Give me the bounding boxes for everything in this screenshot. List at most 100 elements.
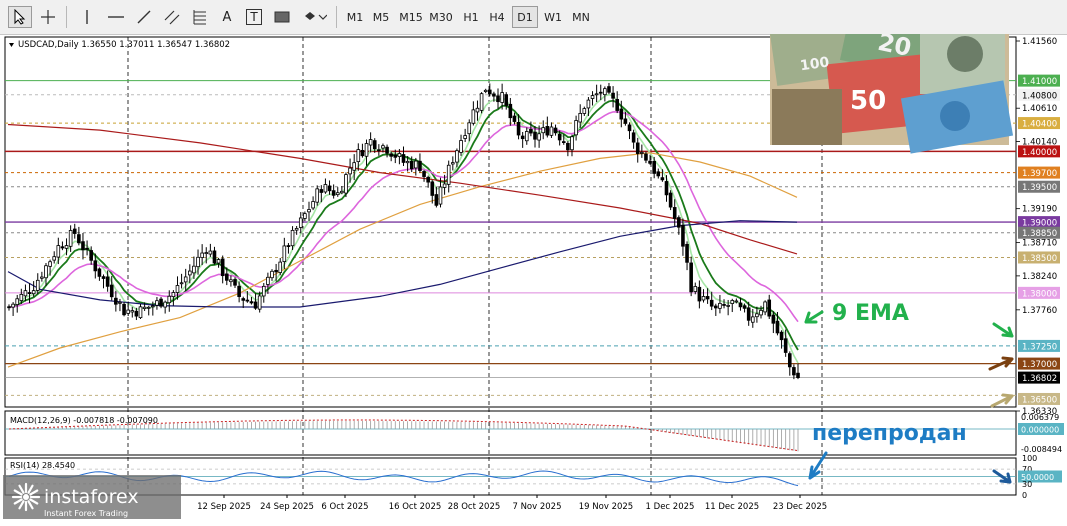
candle-body — [783, 338, 788, 353]
candle-body — [15, 298, 20, 305]
channel-tool-icon[interactable] — [160, 6, 184, 28]
timeframe-h4[interactable]: H4 — [484, 6, 510, 28]
candle-body — [315, 188, 320, 203]
candle-body — [381, 145, 385, 149]
candle-body — [471, 109, 476, 124]
trend-line-tool-icon[interactable] — [132, 6, 156, 28]
candle-body — [389, 153, 393, 157]
logo-center — [23, 494, 29, 500]
candle-body — [85, 247, 89, 250]
candle-body — [19, 293, 24, 301]
candle-body — [512, 115, 517, 122]
candle-body — [726, 304, 730, 307]
crosshair-tool-icon[interactable] — [36, 6, 60, 28]
candle-body — [126, 309, 130, 314]
candle-body — [253, 301, 258, 309]
candle-body — [685, 243, 689, 263]
cursor-tool-icon[interactable] — [8, 6, 32, 28]
candle-body — [607, 86, 611, 93]
candle-body — [224, 273, 229, 281]
candle-body — [664, 181, 669, 196]
candle-body — [496, 95, 500, 103]
chart-area[interactable]: 1.41560 1.41000 1.40800 1.40610 1.40400 1.401… — [0, 0, 1067, 522]
candle-body — [701, 296, 706, 301]
timeframe-d1[interactable]: D1 — [512, 6, 538, 28]
macd-label: MACD(12,26,9) -0.007818 -0.007090 — [10, 416, 158, 425]
candle-body — [327, 185, 332, 192]
candle-body — [278, 261, 283, 273]
horizontal-line-tool-icon[interactable] — [104, 6, 128, 28]
candle-body — [409, 161, 414, 170]
timeframe-w1[interactable]: W1 — [540, 6, 566, 28]
macd-scale-label: 0.000000 — [1021, 426, 1059, 435]
candle-body — [60, 246, 65, 249]
price-scale-label: 1.38710 — [1022, 239, 1057, 249]
text-tool-icon[interactable]: A — [216, 6, 238, 28]
candle-body — [463, 135, 467, 139]
candle-body — [590, 95, 595, 99]
candle-body — [377, 149, 381, 152]
candle-body — [192, 265, 196, 274]
price-scale-label: 1.38000 — [1022, 289, 1057, 299]
candle-body — [545, 126, 550, 136]
candle-body — [48, 261, 52, 267]
candle-body — [368, 139, 373, 146]
ema-fast-line — [8, 93, 799, 364]
shapes-menu-icon[interactable] — [300, 6, 330, 28]
candle-body — [151, 305, 155, 308]
candle-body — [467, 122, 472, 135]
candle-body — [364, 143, 369, 157]
candle-body — [775, 320, 780, 334]
candle-body — [11, 303, 15, 308]
price-scale-label: 1.40800 — [1022, 91, 1057, 101]
candle-body — [718, 302, 722, 309]
candle-body — [286, 245, 291, 247]
portrait-circle — [947, 36, 983, 72]
candle-body — [767, 299, 772, 317]
candle-body — [714, 305, 718, 309]
candle-body — [689, 262, 693, 293]
candle-body — [237, 285, 241, 297]
candle-body — [105, 276, 110, 287]
candle-body — [640, 152, 644, 154]
candle-body — [188, 270, 192, 276]
candle-body — [360, 149, 365, 157]
candle-body — [208, 250, 213, 255]
timeframe-m5[interactable]: M5 — [368, 6, 394, 28]
candle-body — [574, 120, 578, 136]
candle-body — [796, 372, 800, 379]
ema-annotation-text: 9 EMA — [832, 301, 909, 326]
timeframe-m1[interactable]: M1 — [342, 6, 368, 28]
candle-body — [722, 304, 726, 306]
candle-body — [245, 299, 250, 302]
fibonacci-tool-icon[interactable] — [188, 6, 212, 28]
candle-body — [220, 258, 225, 277]
text-label-tool-icon[interactable]: T — [242, 6, 266, 28]
candle-body — [516, 121, 521, 136]
candle-body — [520, 135, 525, 140]
candle-body — [619, 108, 624, 120]
candle-body — [578, 113, 583, 123]
candle-body — [586, 99, 591, 109]
candle-body — [335, 192, 340, 196]
candle-body — [442, 183, 447, 188]
price-scale-label: 1.40400 — [1022, 120, 1057, 130]
vertical-line-tool-icon[interactable] — [76, 6, 98, 28]
rectangle-tool-icon[interactable] — [270, 6, 294, 28]
price-scale-label: 1.36802 — [1022, 374, 1057, 384]
timeframe-m30[interactable]: M30 — [428, 6, 454, 28]
candle-body — [401, 154, 406, 163]
timeframe-h1[interactable]: H1 — [458, 6, 484, 28]
candle-body — [681, 224, 685, 247]
date-label: 24 Sep 2025 — [260, 502, 314, 512]
candle-body — [541, 127, 546, 134]
candle-body — [594, 93, 599, 96]
timeframe-mn[interactable]: MN — [568, 6, 594, 28]
candle-body — [118, 301, 122, 304]
candle-body — [81, 241, 85, 251]
candle-body — [750, 316, 755, 323]
candle-body — [175, 285, 180, 293]
candle-body — [615, 99, 619, 111]
candlesticks — [7, 82, 800, 380]
timeframe-m15[interactable]: M15 — [398, 6, 424, 28]
